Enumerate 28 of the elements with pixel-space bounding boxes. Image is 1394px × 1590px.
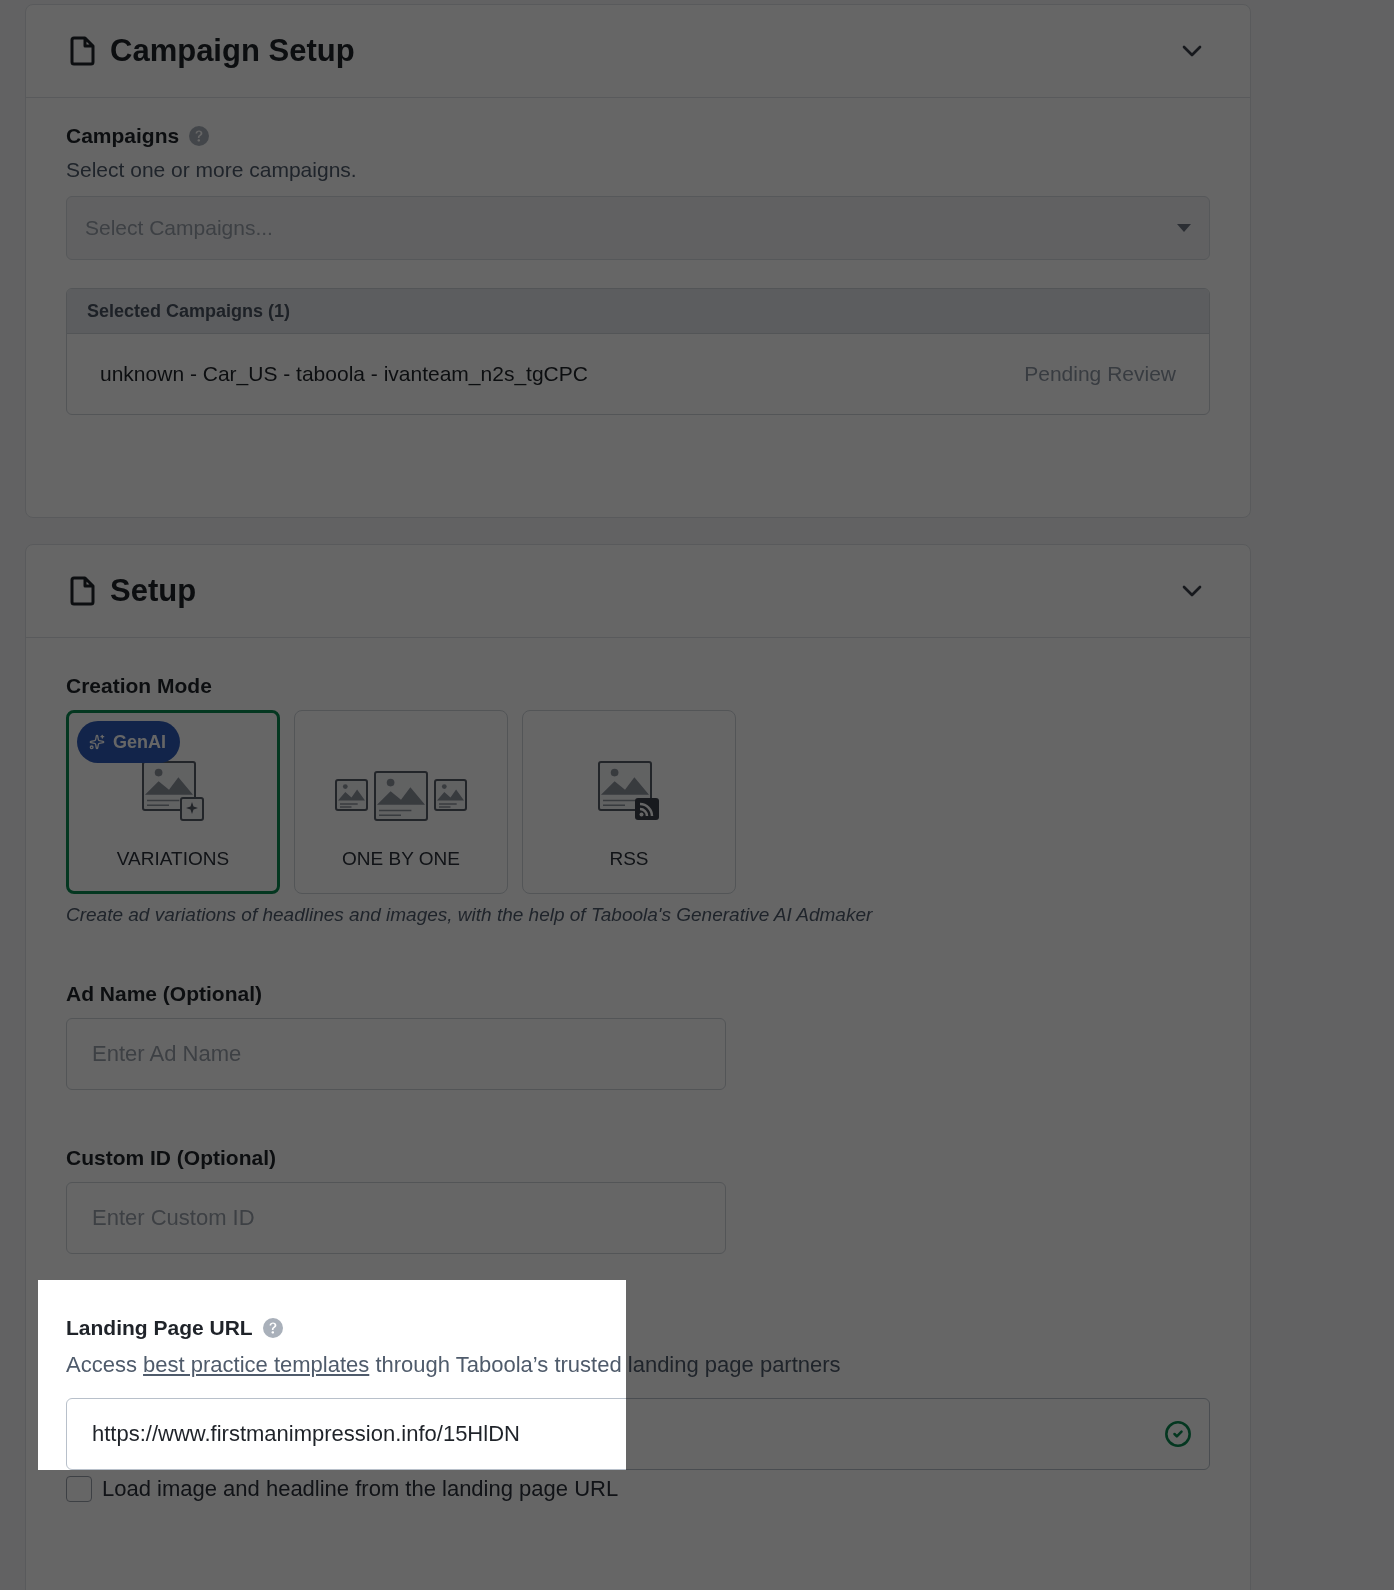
- help-icon[interactable]: [262, 1318, 283, 1338]
- field-description: Select one or more campaigns.: [66, 158, 358, 182]
- landing-url-field[interactable]: https://www.firstmanimpression.info/15HlDN: [66, 1398, 1210, 1470]
- templates-link[interactable]: best practice templates: [143, 1352, 370, 1377]
- genai-badge: GenAI: [77, 721, 180, 763]
- section-title: Setup: [110, 573, 198, 609]
- creation-mode-card[interactable]: RSS: [522, 710, 736, 894]
- image-gallery-icon: [334, 770, 468, 822]
- field-label: Landing Page URL: [66, 1316, 253, 1340]
- creation-mode-card[interactable]: GenAI VARIATIONS: [66, 710, 280, 894]
- help-icon[interactable]: [189, 126, 210, 146]
- mode-description: Create ad variations of headlines and images, with the help of Taboola's Generative AI Admaker: [66, 904, 874, 926]
- checkbox-label[interactable]: Load image and headline from the landing page URL: [102, 1476, 619, 1502]
- field-label: Custom ID (Optional): [66, 1146, 276, 1170]
- campaign-name: unknown - Car_US - taboola - ivanteam_n2s_tgCPC: [100, 362, 588, 386]
- dropdown-caret-icon: [1177, 224, 1191, 232]
- field-description: Access best practice templates through Taboola’s trusted landing page partners: [66, 1352, 842, 1378]
- section-title: Campaign Setup: [110, 33, 356, 69]
- image-sparkle-icon: [141, 760, 205, 822]
- document-icon: [70, 576, 96, 606]
- checkbox[interactable]: [66, 1476, 92, 1502]
- field-label: Ad Name (Optional): [66, 982, 262, 1006]
- creation-mode-card[interactable]: ONE BY ONE: [294, 710, 508, 894]
- field-label: Creation Mode: [66, 674, 212, 698]
- document-icon: [70, 36, 96, 66]
- table-header: Selected Campaigns (1): [87, 300, 291, 322]
- image-rss-icon: [597, 760, 661, 822]
- field-label: Campaigns: [66, 124, 180, 148]
